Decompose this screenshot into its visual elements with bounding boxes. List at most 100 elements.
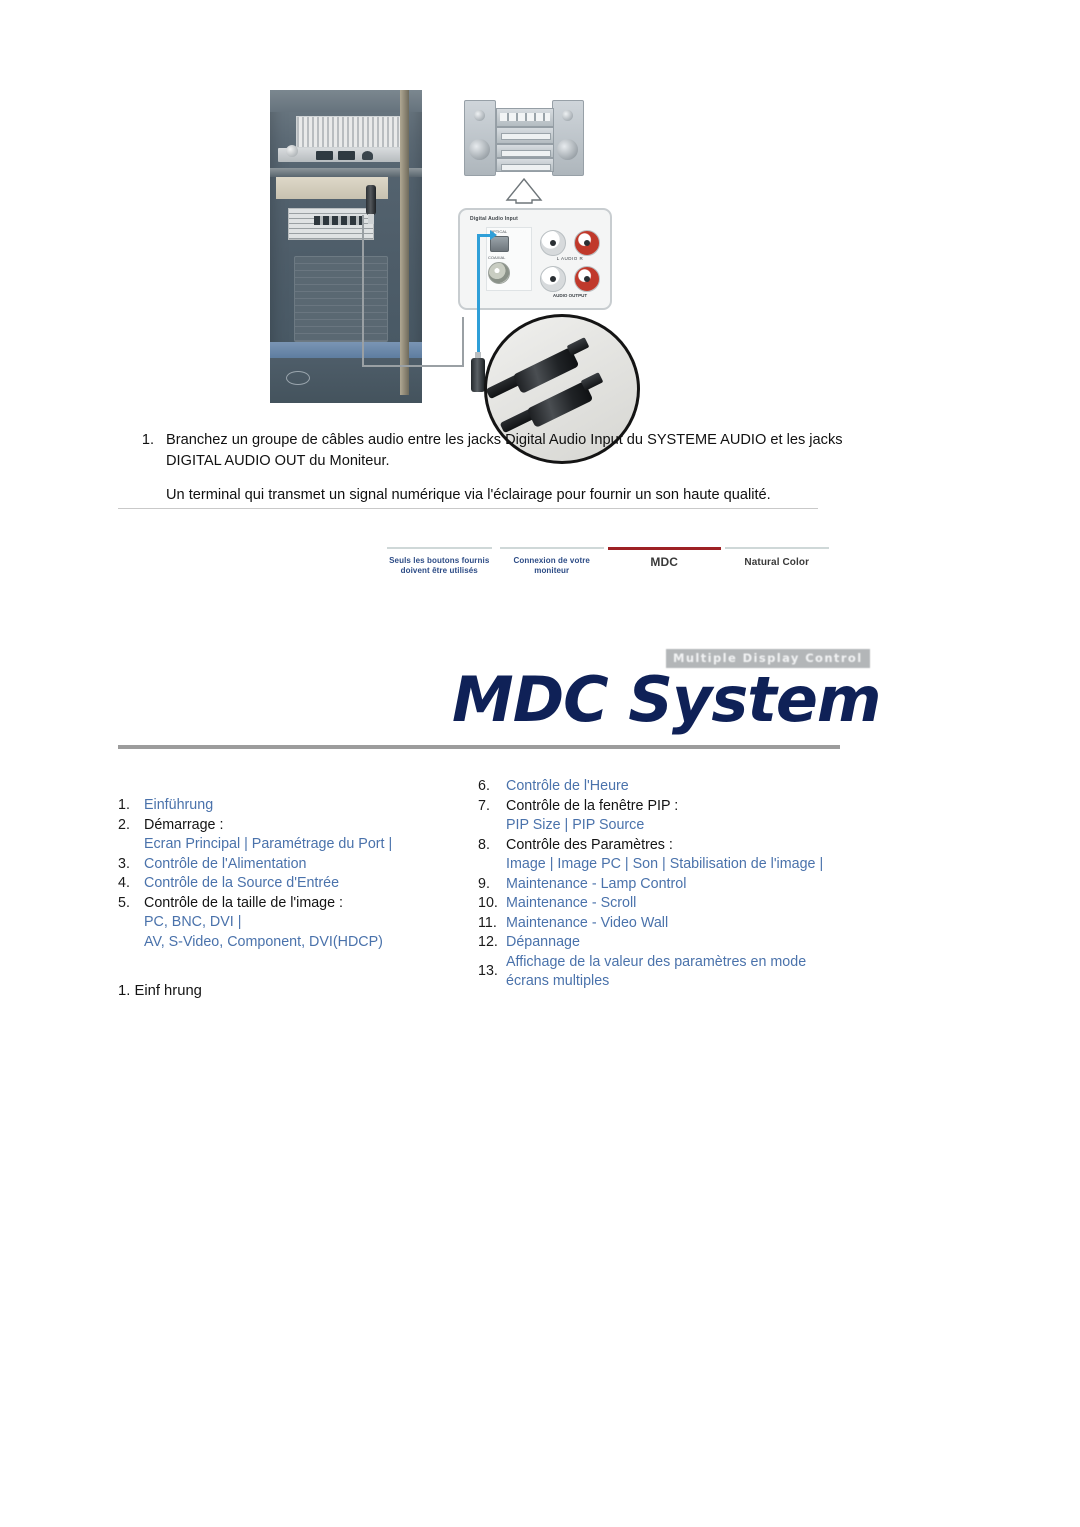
optical-cable-arrow-icon xyxy=(490,230,497,240)
monitor-port-b xyxy=(338,151,355,160)
toc-link-video-wall[interactable]: Maintenance - Video Wall xyxy=(506,914,898,934)
stereo-slot xyxy=(501,164,551,171)
stereo-unit-tape xyxy=(496,144,554,158)
optical-audio-connection-diagram: Digital Audio Input OPTICAL COAXIAL L AU… xyxy=(262,82,662,464)
cable-segment-riser xyxy=(462,317,464,367)
toc-sublinks-pip[interactable]: PIP Size | PIP Source xyxy=(506,817,644,833)
nav-tab-label: Connexion de votre moniteur xyxy=(513,556,590,575)
stereo-unit-amp xyxy=(496,158,554,172)
instruction-block: 1. Branchez un groupe de câbles audio en… xyxy=(140,430,860,506)
toc-number: 6. xyxy=(478,778,490,794)
cable-segment-horizontal xyxy=(362,365,464,367)
toc-sublinks-demarrage[interactable]: Ecran Principal | Paramétrage du Port | xyxy=(144,836,392,852)
coaxial-label: COAXIAL xyxy=(488,255,506,260)
toc-number: 8. xyxy=(478,836,490,853)
banner-nav: Seuls les boutons fournis doivent être u… xyxy=(383,547,833,589)
toc-item-11[interactable]: 11. Maintenance - Video Wall xyxy=(478,914,898,934)
toc-number: 10. xyxy=(478,895,498,911)
nav-tab-rule xyxy=(724,547,829,549)
toc-entry-pip: Contrôle de la fenêtre PIP : PIP Size | … xyxy=(506,797,898,836)
toc-entry-demarrage: Démarrage : Ecran Principal | Paramétrag… xyxy=(144,816,498,855)
toc-number: 9. xyxy=(478,875,490,892)
table-of-contents: 1. Einführung 2. Démarrage : Ecran Princ… xyxy=(118,775,918,1005)
stereo-unit-receiver xyxy=(496,108,554,127)
toc-item-2: 2. Démarrage : Ecran Principal | Paramét… xyxy=(118,816,498,855)
optical-plug-body xyxy=(471,358,485,392)
toc-item-1[interactable]: 1. Einführung xyxy=(118,796,498,816)
toc-number: 3. xyxy=(118,855,130,872)
nav-tab-natural-color[interactable]: Natural Color xyxy=(721,547,834,589)
nav-tab-label: MDC xyxy=(650,555,679,569)
toc-number: 1. xyxy=(118,797,130,813)
panel-title: Digital Audio Input xyxy=(470,215,519,223)
toc-entry-taille-image: Contrôle de la taille de l'image : PC, B… xyxy=(144,894,498,953)
speaker-left xyxy=(464,100,496,176)
toc-number: 11. xyxy=(478,914,497,931)
toc-link-affichage-valeur-parametres[interactable]: Affichage de la valeur des paramètres en… xyxy=(506,953,836,992)
toc-link-controle-alimentation[interactable]: Contrôle de l'Alimentation xyxy=(144,855,498,875)
monitor-optical-jack-tip xyxy=(368,214,374,224)
nav-tab-label: Natural Color xyxy=(744,557,810,568)
woofer-icon xyxy=(469,139,490,160)
toc-item-6[interactable]: 6. Contrôle de l'Heure xyxy=(478,777,898,797)
rca-jack-left-in xyxy=(540,230,566,256)
toc-item-4[interactable]: 4. Contrôle de la Source d'Entrée xyxy=(118,874,498,894)
divider-thin xyxy=(118,508,818,509)
toc-sublinks-parametres[interactable]: Image | Image PC | Son | Stabilisation d… xyxy=(506,856,823,872)
toc-item-5: 5. Contrôle de la taille de l'image : PC… xyxy=(118,894,498,953)
toc-link-scroll[interactable]: Maintenance - Scroll xyxy=(506,894,898,914)
toc-title: Démarrage : xyxy=(144,816,224,833)
toc-item-10[interactable]: 10. Maintenance - Scroll xyxy=(478,894,898,914)
nav-tab-rule xyxy=(387,547,492,549)
stereo-unit-cd xyxy=(496,127,554,144)
rca-jack-right-in xyxy=(574,230,600,256)
toc-title: Contrôle de la fenêtre PIP : xyxy=(506,797,679,814)
nav-tab-rule-active xyxy=(608,547,721,550)
optical-cable-line xyxy=(477,235,480,363)
mdc-system-title: MDC System xyxy=(452,663,882,736)
toc-item-13[interactable]: 13. Affichage de la valeur des paramètre… xyxy=(478,953,898,992)
toc-item-9[interactable]: 9. Maintenance - Lamp Control xyxy=(478,875,898,895)
toc-item-12[interactable]: 12. Dépannage xyxy=(478,933,898,953)
audio-output-label: AUDIO OUTPUT xyxy=(552,293,588,298)
toc-item-7: 7. Contrôle de la fenêtre PIP : PIP Size… xyxy=(478,797,898,836)
toc-link-depannage[interactable]: Dépannage xyxy=(506,933,898,953)
nav-tab-connexion-moniteur[interactable]: Connexion de votre moniteur xyxy=(496,547,609,589)
monitor-rear-photo xyxy=(270,90,422,403)
mdc-banner: Seuls les boutons fournis doivent être u… xyxy=(118,535,958,755)
monitor-vent-grille xyxy=(296,116,402,148)
toc-link-controle-heure[interactable]: Contrôle de l'Heure xyxy=(506,777,898,797)
toc-column-right: 6. Contrôle de l'Heure 7. Contrôle de la… xyxy=(478,777,898,992)
toc-link-lamp-control[interactable]: Maintenance - Lamp Control xyxy=(506,875,898,895)
step-number: 1. xyxy=(141,432,154,448)
monitor-optical-jack xyxy=(366,185,376,215)
nav-tab-label: Seuls les boutons fournis doivent être u… xyxy=(389,556,490,575)
tweeter-icon xyxy=(474,110,485,121)
cable-segment-vertical xyxy=(362,215,364,367)
up-arrow-icon xyxy=(505,177,543,204)
toc-link-controle-source-entree[interactable]: Contrôle de la Source d'Entrée xyxy=(144,874,498,894)
instruction-note: Un terminal qui transmet un signal numér… xyxy=(166,487,771,503)
monitor-jack-row xyxy=(314,216,364,225)
toc-link-einfuhrung[interactable]: Einführung xyxy=(144,796,498,816)
toc-number: 5. xyxy=(118,894,130,911)
toc-sublinks-taille-image[interactable]: PC, BNC, DVI | AV, S-Video, Component, D… xyxy=(144,914,383,950)
nav-tab-buttons-supplied[interactable]: Seuls les boutons fournis doivent être u… xyxy=(383,547,496,589)
nav-tab-rule xyxy=(499,547,604,549)
monitor-port-a xyxy=(316,151,333,160)
toc-item-8: 8. Contrôle des Paramètres : Image | Ima… xyxy=(478,836,898,875)
toc-number: 4. xyxy=(118,875,130,891)
toc-number: 7. xyxy=(478,797,490,814)
connection-diagram-region: Digital Audio Input OPTICAL COAXIAL L AU… xyxy=(0,0,1080,464)
tweeter-icon xyxy=(562,110,573,121)
monitor-back-plate xyxy=(294,256,388,342)
section-heading-einfuhrung: 1. Einf hrung xyxy=(118,983,202,999)
toc-item-3[interactable]: 3. Contrôle de l'Alimentation xyxy=(118,855,498,875)
audio-system-illustration xyxy=(464,100,584,176)
rca-jack-right-out xyxy=(574,266,600,292)
toc-title: Contrôle de la taille de l'image : xyxy=(144,894,344,911)
woofer-icon xyxy=(557,139,578,160)
nav-tab-mdc[interactable]: MDC xyxy=(608,547,721,589)
rca-labels: L AUDIO R xyxy=(556,256,584,261)
stereo-slot xyxy=(501,150,551,157)
